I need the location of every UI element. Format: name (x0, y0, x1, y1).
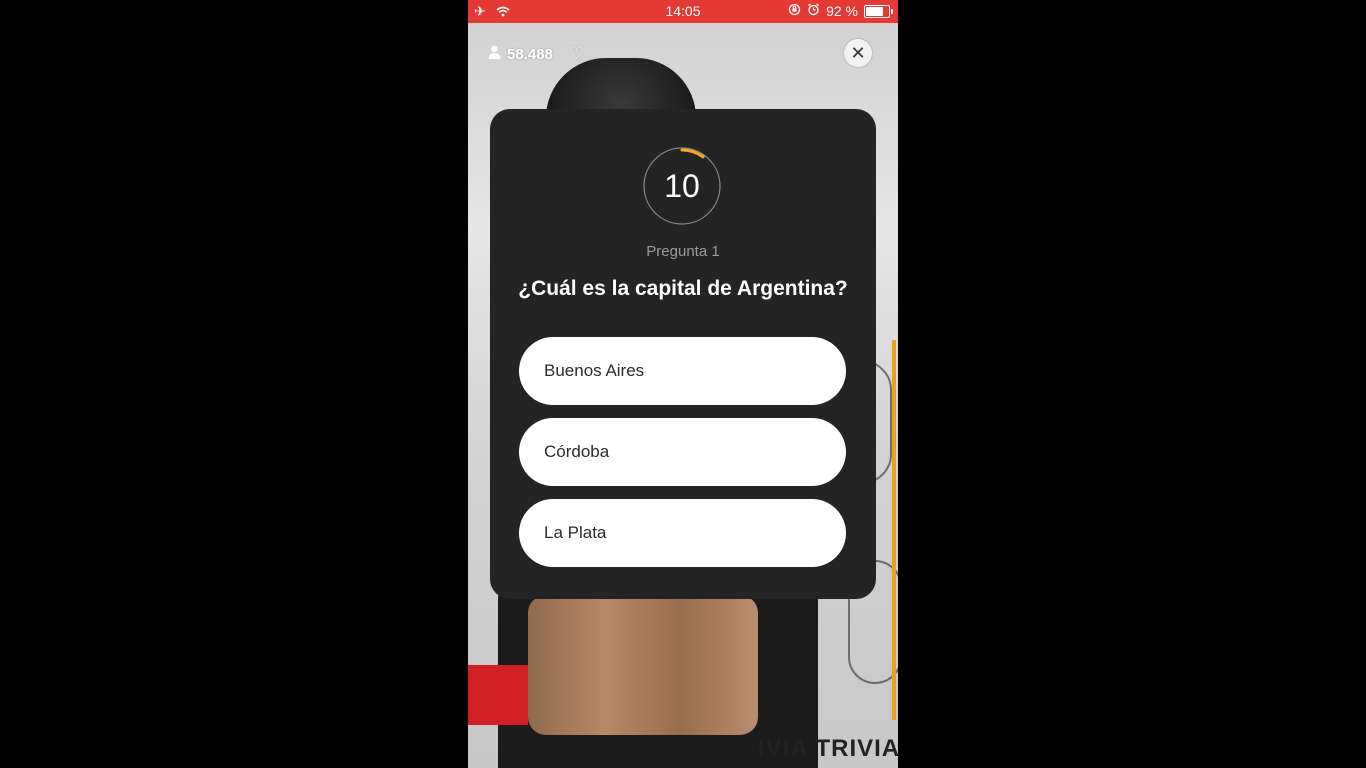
battery-icon (864, 4, 893, 18)
answer-option-1[interactable]: Buenos Aires (519, 337, 846, 405)
video-host-hands (528, 595, 758, 735)
battery-percent: 92 % (826, 3, 858, 19)
orientation-lock-icon (788, 3, 801, 19)
viewer-count: 58.488 ♡ (488, 44, 584, 64)
answer-label: Córdoba (544, 442, 610, 461)
close-icon: ✕ (850, 42, 866, 63)
phone-screen: IVIA TRIVIA ✈ 14:05 92 % 58.488 ♡ ✕ 10 P… (468, 0, 898, 768)
countdown-value: 10 (664, 168, 700, 204)
answer-option-3[interactable]: La Plata (519, 499, 846, 567)
battery-fill (866, 6, 883, 16)
answer-label: La Plata (544, 523, 607, 542)
heart-icon[interactable]: ♡ (569, 44, 584, 64)
status-bar: ✈ 14:05 92 % (468, 0, 898, 23)
alarm-icon (807, 3, 820, 19)
video-orange-line (892, 340, 896, 720)
person-icon (488, 45, 501, 63)
close-button[interactable]: ✕ (844, 39, 872, 67)
video-trivia-text: IVIA TRIVIA (758, 735, 898, 762)
answer-label: Buenos Aires (544, 361, 645, 380)
video-red-strip (468, 665, 528, 725)
question-number: Pregunta 1 (646, 243, 720, 260)
answer-option-2[interactable]: Córdoba (519, 418, 846, 486)
question-card: 10 Pregunta 1 ¿Cuál es la capital de Arg… (490, 109, 876, 599)
countdown-timer: 10 (642, 146, 722, 226)
question-text: ¿Cuál es la capital de Argentina? (518, 277, 848, 300)
viewer-count-value: 58.488 (507, 45, 553, 63)
